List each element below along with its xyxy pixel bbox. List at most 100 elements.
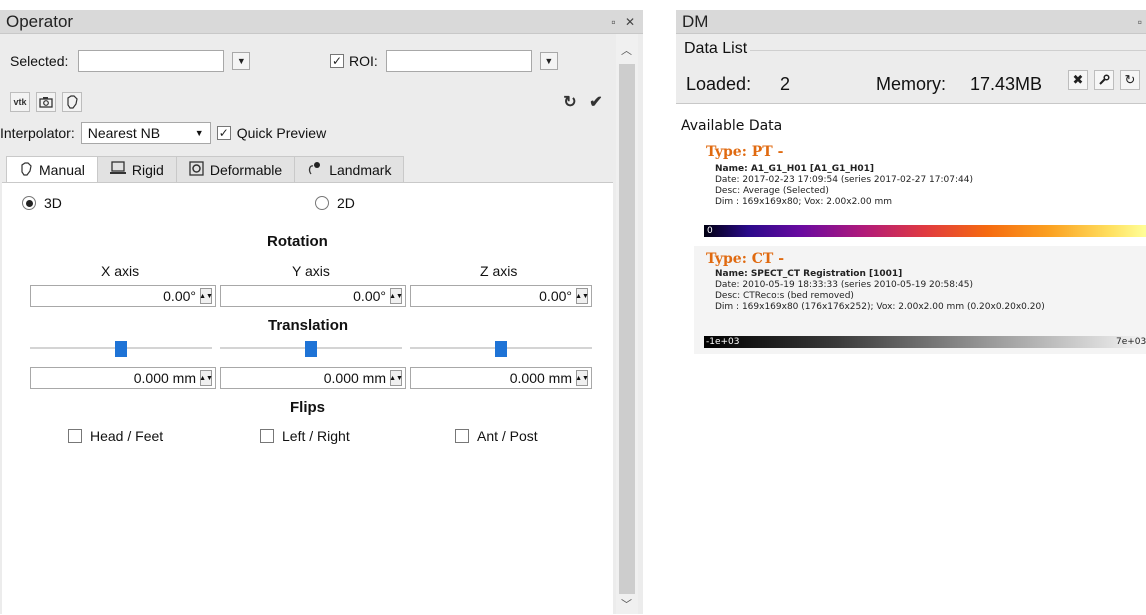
tab-manual[interactable]: Manual <box>6 156 98 183</box>
apply-check-icon[interactable]: ✔ <box>586 92 606 112</box>
rotation-x-spinbox[interactable]: 0.00° ▲▼ <box>30 285 216 307</box>
dm-title: DM <box>682 12 709 31</box>
pt-colorbar-min: 0 <box>707 226 713 236</box>
rotation-y-spinbox[interactable]: 0.00° ▲▼ <box>220 285 406 307</box>
float-icon[interactable]: ▫ <box>1138 15 1142 29</box>
operator-panel: Selected: ▼ ✓ ROI: ▼ vtk ↻ ✔ Interpolato… <box>0 34 643 615</box>
flip-ant-post-label: Ant / Post <box>477 428 538 444</box>
spin-arrows-icon[interactable]: ▲▼ <box>575 370 589 386</box>
flip-head-feet[interactable]: Head / Feet <box>68 428 163 444</box>
vtk-icon[interactable]: vtk <box>10 92 30 112</box>
selected-dropdown-button[interactable]: ▼ <box>232 52 251 70</box>
selected-row: Selected: ▼ <box>10 50 251 72</box>
slider-handle[interactable] <box>115 341 127 357</box>
radio-2d[interactable] <box>315 196 329 210</box>
roi-checkbox[interactable]: ✓ <box>330 54 344 68</box>
tab-rigid-label: Rigid <box>131 161 164 178</box>
tab-rigid[interactable]: Rigid <box>96 156 177 182</box>
flip-ant-post[interactable]: Ant / Post <box>455 428 538 444</box>
dataset-name: Name: SPECT_CT Registration [1001] <box>715 269 903 279</box>
scroll-up-icon[interactable]: ︿ <box>621 42 632 58</box>
roi-row: ✓ ROI: ▼ <box>330 50 558 72</box>
translation-z-spinbox[interactable]: 0.000 mm ▲▼ <box>410 367 592 389</box>
chevron-down-icon: ▼ <box>544 56 554 66</box>
interpolator-select[interactable]: Nearest NB ▼ <box>80 122 211 144</box>
ct-colorbar <box>704 336 1146 348</box>
dataset-date: Date: 2017-02-23 17:09:54 (series 2017-0… <box>715 175 973 185</box>
spin-arrows-icon[interactable]: ▲▼ <box>575 288 589 304</box>
slider-handle[interactable] <box>495 341 507 357</box>
selected-input[interactable] <box>78 50 225 72</box>
dataset-type-label: Type: PT - <box>706 144 784 160</box>
dataset-name: Name: A1_G1_H01 [A1_G1_H01] <box>715 164 875 174</box>
translation-z-slider[interactable] <box>410 341 592 357</box>
available-data-label: Available Data <box>681 118 783 134</box>
deform-icon <box>189 160 204 179</box>
spin-arrows-icon[interactable]: ▲▼ <box>199 370 213 386</box>
translation-y-slider[interactable] <box>220 341 402 357</box>
interpolator-label: Interpolator: <box>0 125 75 141</box>
translation-x-slider[interactable] <box>30 341 212 357</box>
tab-landmark[interactable]: Landmark <box>294 156 405 182</box>
translation-z-value: 0.000 mm <box>509 370 572 386</box>
translation-y-spinbox[interactable]: 0.000 mm ▲▼ <box>220 367 406 389</box>
dataset-dim: Dim : 169x169x80; Vox: 2.00x2.00 mm <box>715 197 893 207</box>
slider-handle[interactable] <box>305 341 317 357</box>
monitor-icon <box>109 161 126 178</box>
operator-title-bar: Operator ▫ ✕ <box>0 10 643 34</box>
dataset-dim: Dim : 169x169x80 (176x176x252); Vox: 2.0… <box>715 302 1045 312</box>
rotation-z-value: 0.00° <box>539 288 572 304</box>
remove-data-icon[interactable]: ✖ <box>1068 70 1088 90</box>
flip-head-feet-label: Head / Feet <box>90 428 164 444</box>
scroll-down-icon[interactable]: ﹀ <box>621 596 632 612</box>
dataset-desc: Desc: CTReco:s (bed removed) <box>715 291 854 301</box>
refresh-icon[interactable]: ↻ <box>1120 70 1140 90</box>
spin-arrows-icon[interactable]: ▲▼ <box>389 370 403 386</box>
manual-tab-content: 3D 2D Rotation X axis Y axis Z axis 0.00… <box>2 182 613 615</box>
mode-2d-option[interactable]: 2D <box>315 195 355 211</box>
close-icon[interactable]: ✕ <box>625 15 635 29</box>
translation-x-spinbox[interactable]: 0.000 mm ▲▼ <box>30 367 216 389</box>
x-axis-label: X axis <box>101 263 140 279</box>
flip-left-right-checkbox[interactable] <box>260 429 274 443</box>
chevron-down-icon: ▼ <box>236 56 246 66</box>
operator-scrollbar[interactable]: ︿ ﹀ <box>616 34 638 614</box>
quick-preview-checkbox[interactable]: ✓ <box>216 126 231 140</box>
flip-left-right[interactable]: Left / Right <box>260 428 350 444</box>
roi-dropdown-button[interactable]: ▼ <box>539 52 558 70</box>
flip-head-feet-checkbox[interactable] <box>68 429 82 443</box>
rotation-title: Rotation <box>267 233 328 250</box>
interpolator-row: Interpolator: Nearest NB ▼ ✓ Quick Previ… <box>0 122 326 144</box>
flips-title: Flips <box>290 399 326 416</box>
scrollbar-thumb[interactable] <box>619 64 635 594</box>
rotation-z-spinbox[interactable]: 0.00° ▲▼ <box>410 285 592 307</box>
memory-label: Memory: <box>876 74 947 94</box>
data-list-title: Data List <box>684 40 748 57</box>
tab-deformable[interactable]: Deformable <box>175 156 296 182</box>
z-axis-label: Z axis <box>480 263 518 279</box>
dataset-type-label: Type: CT - <box>706 251 784 267</box>
ct-colorbar-max: 7e+03 <box>1116 337 1146 347</box>
spin-arrows-icon[interactable]: ▲▼ <box>199 288 213 304</box>
translation-x-value: 0.000 mm <box>133 370 196 386</box>
loaded-label: Loaded: <box>686 74 752 94</box>
camera-icon[interactable] <box>36 92 56 112</box>
radio-3d[interactable] <box>22 196 36 210</box>
flip-ant-post-checkbox[interactable] <box>455 429 469 443</box>
spin-arrows-icon[interactable]: ▲▼ <box>389 288 403 304</box>
wrench-icon[interactable] <box>1094 70 1114 90</box>
mode-2d-label: 2D <box>337 195 355 211</box>
selected-label: Selected: <box>10 53 69 69</box>
available-data-list: Available Data Type: PT - Name: A1_G1_H0… <box>676 103 1146 615</box>
float-icon[interactable]: ▫ <box>611 15 615 29</box>
reset-icon[interactable]: ↻ <box>560 92 580 112</box>
memory-value: 17.43MB <box>970 74 1043 94</box>
roi-label: ROI: <box>349 53 378 69</box>
hand-icon[interactable] <box>62 92 82 112</box>
check-icon: ✓ <box>218 126 229 140</box>
ct-colorbar-min: -1e+03 <box>706 337 740 347</box>
tool-buttons: vtk <box>10 92 88 112</box>
mode-3d-option[interactable]: 3D <box>22 195 62 211</box>
tab-landmark-label: Landmark <box>329 161 392 178</box>
roi-input[interactable] <box>385 50 532 72</box>
